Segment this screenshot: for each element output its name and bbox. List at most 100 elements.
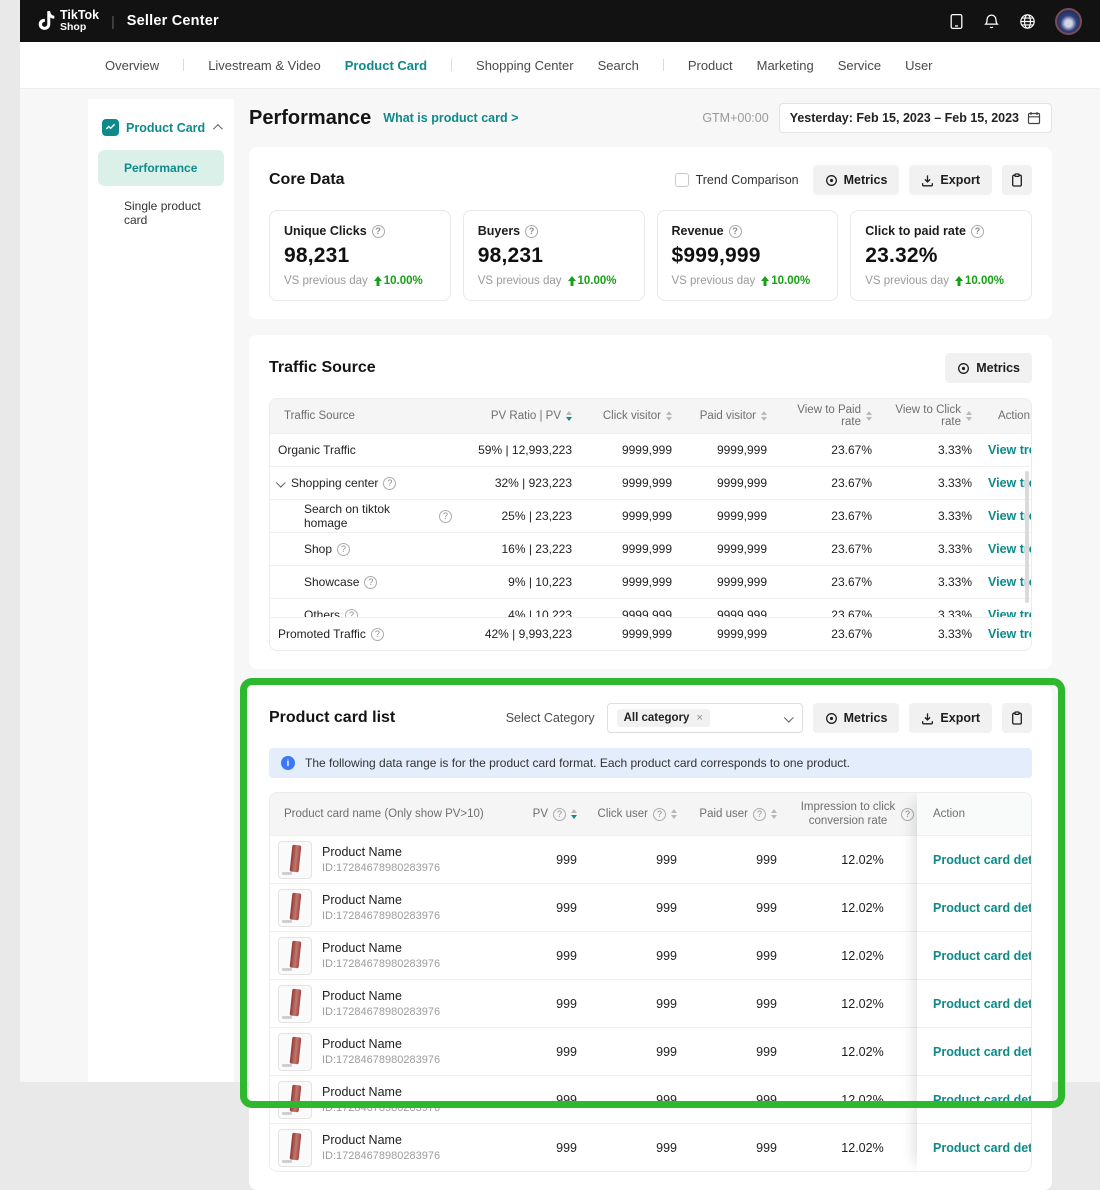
nav-divider	[663, 59, 664, 71]
traffic-metrics-button[interactable]: Metrics	[945, 353, 1032, 383]
sort-icon[interactable]	[771, 809, 777, 819]
help-icon[interactable]	[383, 477, 396, 490]
help-icon[interactable]	[439, 510, 452, 523]
product-thumbnail	[278, 889, 312, 927]
nav-item[interactable]: Service	[838, 58, 881, 73]
primary-nav: Overview Livestream & Video Product Card…	[20, 42, 1100, 89]
remove-tag-icon[interactable]: ×	[696, 712, 702, 724]
sidebar: Product Card Performance Single product …	[88, 99, 234, 1082]
help-icon[interactable]	[371, 628, 384, 641]
device-icon[interactable]	[949, 13, 964, 30]
help-icon[interactable]	[901, 808, 914, 821]
arrow-up-icon	[761, 276, 769, 286]
product-card-detail-link[interactable]: Product card detail	[933, 997, 1032, 1011]
export-button[interactable]: Export	[909, 165, 992, 195]
action-column: Action Product card detail Product card …	[917, 793, 1031, 1171]
product-card-detail-link[interactable]: Product card detail	[933, 1045, 1032, 1059]
help-icon[interactable]	[525, 225, 538, 238]
checkbox[interactable]	[675, 173, 689, 187]
product-copy-clipboard-button[interactable]	[1002, 703, 1032, 733]
nav-item[interactable]: Marketing	[757, 58, 814, 73]
globe-language-icon[interactable]	[1019, 13, 1036, 30]
trend-comparison-checkbox[interactable]: Trend Comparison	[675, 173, 799, 187]
product-card-detail-link[interactable]: Product card detail	[933, 1141, 1032, 1155]
arrow-up-icon	[568, 276, 576, 286]
nav-item[interactable]: Product	[688, 58, 733, 73]
chevron-up-icon[interactable]	[213, 124, 223, 134]
sort-icon[interactable]	[666, 411, 672, 421]
select-category-label: Select Category	[506, 711, 595, 725]
product-metrics-button[interactable]: Metrics	[813, 703, 900, 733]
help-icon[interactable]	[971, 225, 984, 238]
scrollbar-thumb[interactable]	[1025, 471, 1029, 603]
expand-caret-icon[interactable]	[278, 480, 285, 487]
notification-bell-icon[interactable]	[983, 13, 1000, 30]
product-card-detail-link[interactable]: Product card detail	[933, 949, 1032, 963]
product-card-detail-link[interactable]: Product card detail	[933, 901, 1032, 915]
sort-icon[interactable]	[761, 411, 767, 421]
metrics-button[interactable]: Metrics	[813, 165, 900, 195]
sort-icon[interactable]	[866, 411, 872, 421]
nav-item[interactable]: Shopping Center	[476, 58, 574, 73]
help-icon[interactable]	[753, 808, 766, 821]
traffic-row: Shop 16% | 23,223 9999,999 9999,999 23.6…	[270, 532, 1031, 565]
delta-up: 10.00%	[761, 275, 810, 287]
tiktok-shop-logo[interactable]: TikTok Shop	[38, 9, 99, 33]
product-name: Product Name	[322, 893, 440, 907]
nav-item[interactable]: Search	[598, 58, 639, 73]
metrics-gear-icon	[825, 174, 838, 187]
category-tag: All category ×	[617, 709, 710, 727]
sort-icon[interactable]	[571, 809, 577, 819]
view-trend-link[interactable]: View trend	[988, 608, 1031, 617]
clipboard-icon	[1011, 711, 1023, 725]
date-range-picker[interactable]: Yesterday: Feb 15, 2023 – Feb 15, 2023	[779, 103, 1052, 133]
metric-card: Unique Clicks 98,231 VS previous day 10.…	[269, 210, 451, 301]
view-trend-link[interactable]: View trend	[988, 627, 1032, 641]
category-select[interactable]: All category ×	[607, 703, 803, 733]
avatar[interactable]	[1055, 8, 1082, 35]
help-icon[interactable]	[364, 576, 377, 589]
help-icon[interactable]	[372, 225, 385, 238]
help-icon[interactable]	[653, 808, 666, 821]
product-id: ID:17284678980283976	[322, 1054, 440, 1066]
help-icon[interactable]	[729, 225, 742, 238]
copy-clipboard-button[interactable]	[1002, 165, 1032, 195]
tiktok-note-icon	[38, 11, 55, 31]
download-icon	[921, 174, 934, 187]
view-trend-link[interactable]: View trend	[988, 443, 1031, 457]
product-name: Product Name	[322, 1085, 440, 1099]
metric-value: $999,999	[672, 244, 824, 268]
product-id: ID:17284678980283976	[322, 1006, 440, 1018]
download-icon	[921, 712, 934, 725]
sidebar-item[interactable]: Single product card	[98, 188, 224, 238]
product-name: Product Name	[322, 1037, 440, 1051]
metric-value: 98,231	[284, 244, 436, 268]
product-thumbnail	[278, 1033, 312, 1071]
sidebar-group-product-card[interactable]: Product Card	[98, 115, 224, 150]
product-card-list-title: Product card list	[269, 709, 395, 727]
product-name: Product Name	[322, 941, 440, 955]
nav-item[interactable]: User	[905, 58, 932, 73]
product-name: Product Name	[322, 1133, 440, 1147]
nav-item[interactable]: Livestream & Video	[208, 58, 321, 73]
metric-value: 98,231	[478, 244, 630, 268]
sort-icon[interactable]	[671, 809, 677, 819]
sort-icon[interactable]	[966, 411, 972, 421]
nav-item[interactable]: Overview	[105, 58, 159, 73]
traffic-row: Shopping center 32% | 923,223 9999,999 9…	[270, 466, 1031, 499]
nav-item[interactable]: Product Card	[345, 58, 427, 73]
product-export-button[interactable]: Export	[909, 703, 992, 733]
product-card-detail-link[interactable]: Product card detail	[933, 853, 1032, 867]
product-card-detail-link[interactable]: Product card detail	[933, 1093, 1032, 1107]
sort-icon[interactable]	[566, 411, 572, 421]
help-icon[interactable]	[553, 808, 566, 821]
traffic-scroll-area[interactable]: Organic Traffic 59% | 12,993,223 9999,99…	[270, 433, 1031, 617]
traffic-row: Search on tiktok homage 25% | 23,223 999…	[270, 499, 1031, 532]
help-icon[interactable]	[337, 543, 350, 556]
sidebar-item[interactable]: Performance	[98, 150, 224, 186]
arrow-up-icon	[374, 276, 382, 286]
help-icon[interactable]	[345, 609, 358, 618]
app-title: Seller Center	[127, 13, 219, 29]
logo-text: TikTok Shop	[60, 9, 99, 33]
what-is-product-card-link[interactable]: What is product card >	[383, 111, 518, 125]
